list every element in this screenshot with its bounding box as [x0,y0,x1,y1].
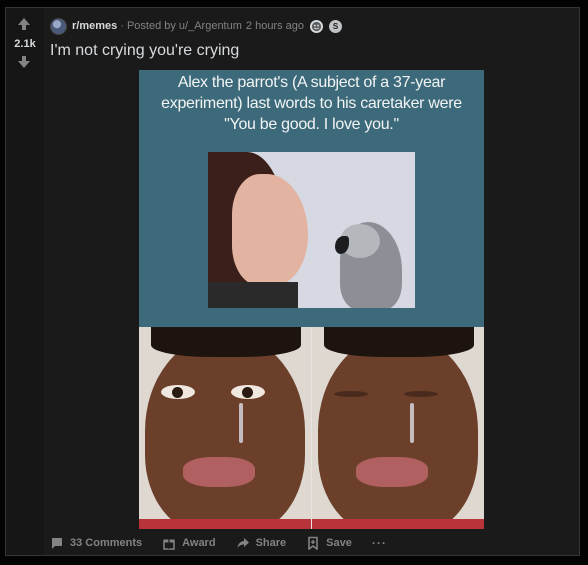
save-label: Save [326,537,352,549]
crying-face-closed-eyes [312,327,484,529]
wholesome-award-icon[interactable] [310,19,324,33]
left-eye [334,391,368,397]
meme-caption: Alex the parrot's (A subject of a 37-yea… [139,72,484,135]
meme-bottom-panel [139,327,484,529]
woman-face [232,174,308,286]
comments-label: 33 Comments [70,537,143,549]
crying-face-open-eyes [139,327,311,529]
shirt-strip [312,519,484,529]
more-options-button[interactable]: ··· [372,536,387,550]
vote-score: 2.1k [14,38,36,50]
caption-line-1: Alex the parrot's (A subject of a 37-yea… [177,74,446,91]
tear [410,403,414,443]
right-eye [231,385,265,399]
upvote-arrow-icon[interactable] [16,16,32,32]
post-card[interactable]: 2.1k r/memes · Posted by u/_Argentum 2 h… [5,7,580,556]
caption-line-3: "You be good. I love you." [224,116,399,133]
left-eye [161,385,195,399]
parrot-woman-photo [208,152,415,308]
gift-icon [163,539,175,550]
award-button[interactable]: Award [162,536,216,550]
meme-top-panel: Alex the parrot's (A subject of a 37-yea… [139,70,484,327]
mouth [356,457,428,487]
tear [239,403,243,443]
bookmark-icon [308,536,318,550]
share-button[interactable]: Share [236,536,287,550]
save-button[interactable]: Save [306,536,352,550]
silver-award-icon[interactable]: S [329,19,343,33]
post-title[interactable]: I'm not crying you're crying [50,42,239,60]
mouth [183,457,255,487]
share-arrow-icon [237,538,249,548]
subreddit-link[interactable]: r/memes [72,20,117,32]
face-hair [151,327,301,357]
comments-button[interactable]: 33 Comments [50,536,142,550]
face-hair [324,327,474,357]
woman-shirt [208,282,298,308]
caption-line-2: experiment) last words to his caretaker … [161,95,462,112]
meta-separator: · [120,20,124,32]
posted-by[interactable]: Posted by u/_Argentum [127,20,242,32]
shirt-strip [139,519,311,529]
vote-column: 2.1k [6,8,44,555]
subreddit-icon[interactable] [50,17,67,35]
post-actions: 33 Comments Award Share Save ··· [50,534,387,552]
downvote-arrow-icon[interactable] [16,54,32,70]
share-label: Share [255,537,287,549]
right-eye [404,391,438,397]
award-label: Award [182,537,216,549]
post-image[interactable]: Alex the parrot's (A subject of a 37-yea… [139,70,484,529]
face-skin [318,335,478,529]
post-meta: r/memes · Posted by u/_Argentum 2 hours … [50,17,343,35]
face-skin [145,335,305,529]
post-time[interactable]: 2 hours ago [246,20,304,32]
comment-icon [52,538,62,549]
